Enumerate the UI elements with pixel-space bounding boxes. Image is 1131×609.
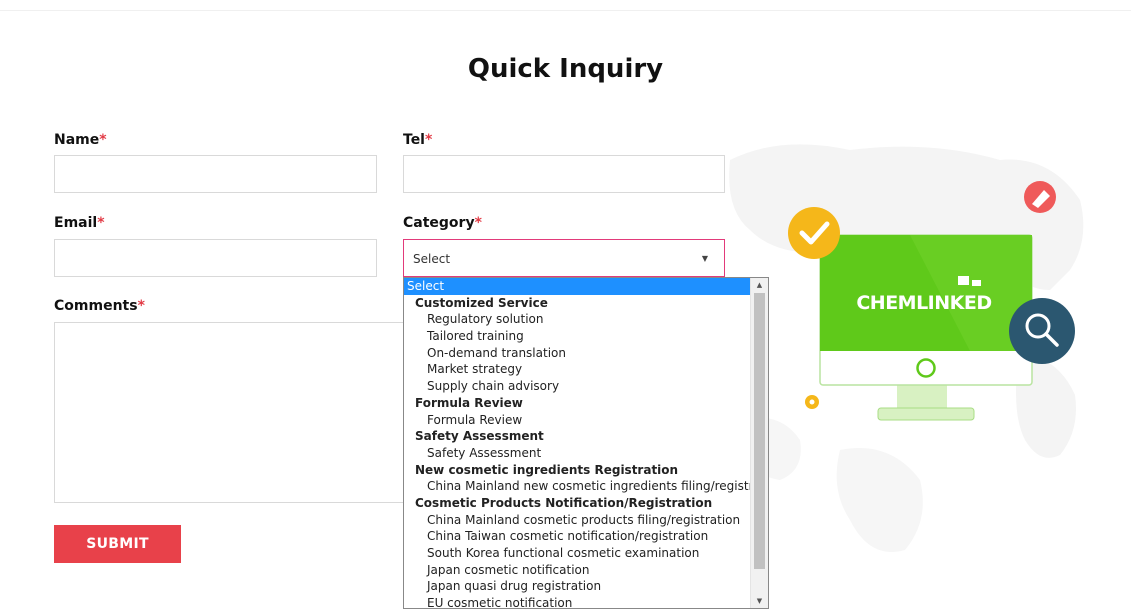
name-label: Name* xyxy=(54,132,107,148)
chevron-down-icon: ▼ xyxy=(701,254,708,263)
dropdown-option[interactable]: Japan quasi drug registration xyxy=(404,578,751,595)
name-label-text: Name xyxy=(54,132,100,148)
required-mark: * xyxy=(99,132,107,148)
dropdown-option[interactable]: China Mainland cosmetic products filing/… xyxy=(404,512,751,529)
dropdown-option[interactable]: Supply chain advisory xyxy=(404,378,751,395)
page-title: Quick Inquiry xyxy=(467,54,664,84)
dropdown-option[interactable]: Safety Assessment xyxy=(404,445,751,462)
tel-label-text: Tel xyxy=(403,132,425,148)
required-mark: * xyxy=(137,298,145,314)
tel-input[interactable] xyxy=(403,155,725,193)
dropdown-option[interactable]: Select xyxy=(404,278,751,295)
submit-button[interactable]: SUBMIT xyxy=(54,525,181,563)
header-divider xyxy=(0,10,1131,11)
category-label-text: Category xyxy=(403,215,475,231)
illustration: CHEMLINKED xyxy=(720,120,1120,590)
comments-label-text: Comments xyxy=(54,298,138,314)
email-label: Email* xyxy=(54,215,105,231)
dropdown-option[interactable]: Regulatory solution xyxy=(404,311,751,328)
dropdown-option[interactable]: On-demand translation xyxy=(404,345,751,362)
map-shape xyxy=(836,448,923,552)
dropdown-option[interactable]: Formula Review xyxy=(404,412,751,429)
category-dropdown-list: Select Customized Service Regulatory solut… xyxy=(404,278,768,608)
dropdown-group-label: Cosmetic Products Notification/Registrat… xyxy=(415,495,713,510)
required-mark: * xyxy=(424,132,433,148)
dropdown-group-label: Customized Service xyxy=(415,295,548,310)
monitor-base xyxy=(877,407,975,421)
dropdown-group-label: Formula Review xyxy=(415,395,523,410)
category-dropdown[interactable]: Select Customized Service Regulatory solut… xyxy=(403,277,769,609)
dropdown-option[interactable]: China Mainland new cosmetic ingredients … xyxy=(404,478,768,495)
comments-textarea[interactable] xyxy=(54,322,404,503)
dropdown-option[interactable]: China Taiwan cosmetic notification/regis… xyxy=(404,528,751,545)
comments-label: Comments* xyxy=(54,298,145,314)
dropdown-option[interactable]: Market strategy xyxy=(404,361,751,378)
decor-dot-center xyxy=(809,399,815,405)
search-icon xyxy=(1009,298,1075,364)
required-mark: * xyxy=(97,215,105,231)
required-mark: * xyxy=(474,215,482,231)
dropdown-group-label: Safety Assessment xyxy=(415,429,544,444)
category-label: Category* xyxy=(403,215,482,231)
scroll-up-icon[interactable]: ▲ xyxy=(751,281,768,289)
brand-text: CHEMLINKED xyxy=(856,292,991,314)
dropdown-option[interactable]: Tailored training xyxy=(404,328,751,345)
illustration-graphic: CHEMLINKED xyxy=(729,144,1084,552)
brand-mark xyxy=(972,280,981,286)
email-input[interactable] xyxy=(54,239,377,277)
dropdown-option[interactable]: Japan cosmetic notification xyxy=(404,562,751,579)
dropdown-group-label: New cosmetic ingredients Registration xyxy=(415,462,679,477)
dropdown-scrollbar[interactable]: ▲ ▼ xyxy=(750,278,768,608)
monitor-stand xyxy=(897,382,947,410)
category-select[interactable]: Select ▼ xyxy=(403,239,725,277)
dropdown-option[interactable]: EU cosmetic notification xyxy=(404,595,751,608)
scrollbar-thumb[interactable] xyxy=(754,293,765,569)
name-input[interactable] xyxy=(54,155,377,193)
scroll-down-icon[interactable]: ▼ xyxy=(751,597,768,605)
tel-label: Tel* xyxy=(403,132,432,148)
brand-mark xyxy=(958,276,969,285)
category-select-value: Select xyxy=(413,252,451,266)
check-icon xyxy=(788,207,840,259)
dropdown-option[interactable]: South Korea functional cosmetic examinat… xyxy=(404,545,751,562)
email-label-text: Email xyxy=(54,215,98,231)
